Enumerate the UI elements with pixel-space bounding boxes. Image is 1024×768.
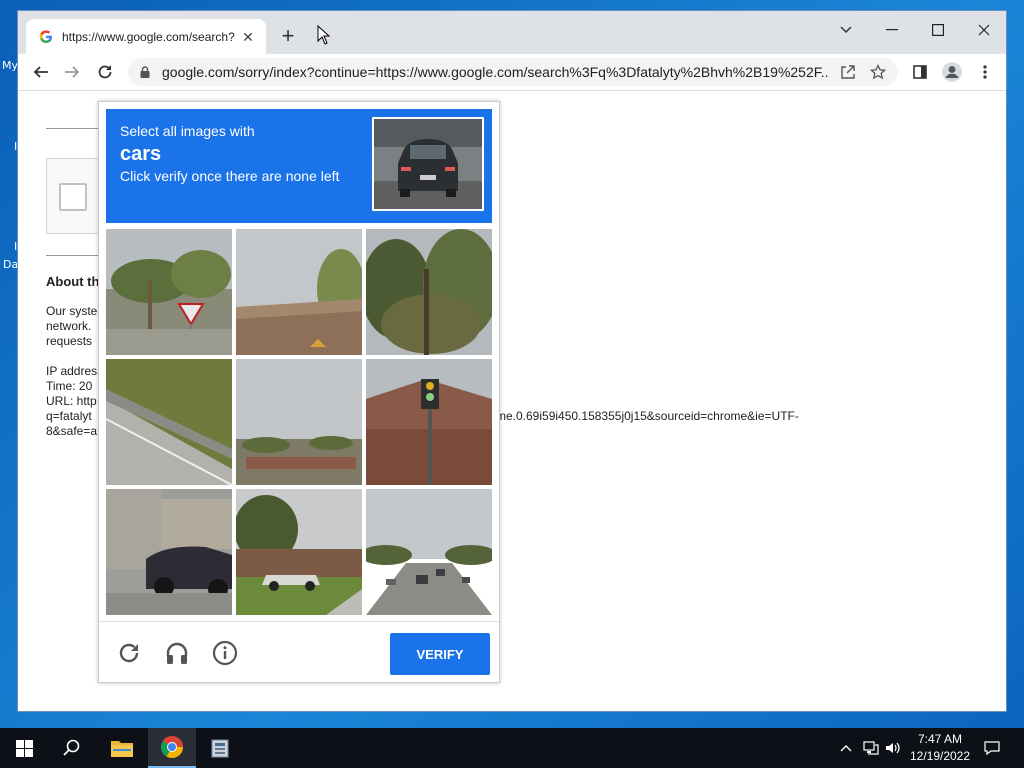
captcha-footer: VERIFY (99, 621, 499, 683)
tab-search-chevron-icon[interactable] (823, 15, 869, 45)
divider (46, 255, 106, 256)
back-arrow-icon[interactable] (28, 59, 54, 85)
notifications-icon[interactable] (980, 728, 1004, 768)
captcha-image-grid (106, 229, 492, 615)
bookmark-star-icon[interactable] (868, 62, 888, 82)
new-tab-plus-icon[interactable]: + (276, 25, 300, 49)
ip-address-line: IP addres (46, 364, 98, 378)
close-window-icon[interactable] (961, 15, 1006, 45)
recaptcha-checkbox-widget[interactable] (46, 158, 106, 234)
forward-arrow-icon[interactable] (59, 59, 85, 85)
windows-start-icon[interactable] (0, 728, 48, 768)
reload-challenge-icon[interactable] (114, 638, 144, 668)
info-icon[interactable] (210, 638, 240, 668)
mouse-cursor-icon (317, 24, 331, 50)
lock-icon[interactable] (138, 65, 152, 79)
recaptcha-checkbox[interactable] (59, 183, 87, 211)
taskbar: 7:47 AM 12/19/2022 (0, 728, 1024, 768)
share-icon[interactable] (838, 62, 858, 82)
volume-icon[interactable] (882, 728, 904, 768)
browser-window: https://www.google.com/search? ✕ + googl… (17, 10, 1007, 712)
tab-close-icon[interactable]: ✕ (240, 29, 256, 45)
captcha-tile[interactable] (236, 359, 362, 485)
captcha-tile[interactable] (106, 489, 232, 615)
reload-icon[interactable] (92, 59, 118, 85)
captcha-header: Select all images with cars Click verify… (106, 109, 492, 223)
url-line: q=fatalyt (46, 409, 92, 423)
file-explorer-icon[interactable] (98, 728, 146, 768)
minimize-icon[interactable] (869, 15, 915, 45)
google-favicon-icon (38, 29, 54, 45)
network-icon[interactable] (860, 728, 882, 768)
clock-time: 7:47 AM (917, 732, 963, 746)
verify-button[interactable]: VERIFY (390, 633, 490, 675)
time-line: Time: 20 (46, 379, 93, 393)
captcha-tile[interactable] (366, 489, 492, 615)
url-line: 8&safe=a (46, 424, 98, 438)
menu-kebab-icon[interactable] (972, 59, 998, 85)
maximize-icon[interactable] (915, 15, 961, 45)
audio-challenge-headphones-icon[interactable] (162, 638, 192, 668)
about-text-line: requests (46, 334, 93, 348)
captcha-tile[interactable] (366, 359, 492, 485)
chrome-taskbar-icon[interactable] (148, 728, 196, 768)
address-bar-url: google.com/sorry/index?continue=https://… (162, 64, 828, 80)
captcha-tile[interactable] (236, 489, 362, 615)
profile-avatar-icon[interactable] (939, 59, 965, 85)
captcha-tile[interactable] (106, 229, 232, 355)
side-panel-icon[interactable] (907, 59, 933, 85)
about-text-line: Our syste (46, 304, 98, 318)
url-tail-text: me.0.69i59i450.158355j0j15&sourceid=chro… (496, 409, 799, 423)
show-hidden-icons-chevron-icon[interactable] (836, 728, 856, 768)
captcha-tile[interactable] (106, 359, 232, 485)
captcha-challenge: Select all images with cars Click verify… (98, 101, 500, 683)
about-heading: About th (46, 274, 100, 289)
taskbar-clock[interactable]: 7:47 AM 12/19/2022 (904, 731, 976, 765)
desktop-icon-label[interactable]: My (2, 59, 18, 72)
address-bar[interactable]: google.com/sorry/index?continue=https://… (128, 58, 898, 86)
url-line: URL: http (46, 394, 97, 408)
search-icon[interactable] (48, 728, 96, 768)
desktop-icon-label[interactable]: Da (3, 258, 18, 271)
tab-strip: https://www.google.com/search? ✕ + (18, 11, 1006, 54)
clock-date: 12/19/2022 (909, 749, 971, 763)
divider (46, 128, 106, 129)
browser-tab[interactable]: https://www.google.com/search? ✕ (26, 19, 266, 54)
app-taskbar-icon[interactable] (196, 728, 244, 768)
captcha-sample-car-image (372, 117, 484, 211)
browser-toolbar: google.com/sorry/index?continue=https://… (18, 54, 1006, 91)
about-text-line: network. (46, 319, 92, 333)
captcha-tile[interactable] (366, 229, 492, 355)
tab-title: https://www.google.com/search? (62, 29, 235, 44)
captcha-tile[interactable] (236, 229, 362, 355)
